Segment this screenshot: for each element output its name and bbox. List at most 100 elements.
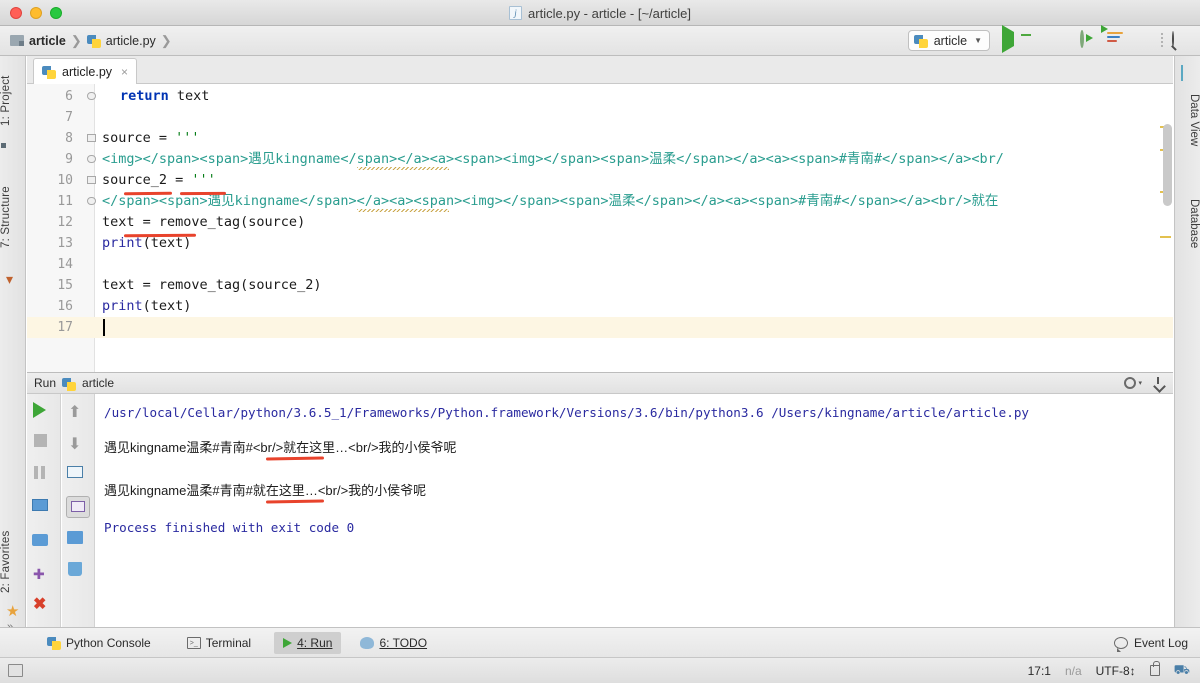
status-bar: 17:1 n/a UTF-8↕ ⛟	[0, 657, 1200, 683]
sidebar-item-data-view[interactable]: Data View	[1174, 84, 1200, 156]
lock-icon[interactable]	[1149, 661, 1160, 676]
folder-icon	[10, 35, 24, 46]
fold-marker[interactable]	[87, 149, 96, 170]
console-output[interactable]: /usr/local/Cellar/python/3.6.5_1/Framewo…	[96, 394, 1173, 627]
encoding-selector[interactable]: UTF-8↕	[1096, 664, 1136, 678]
editor-line[interactable]: 12 text = remove_tag(source)	[27, 212, 1173, 233]
console-line: Process finished with exit code 0	[104, 520, 355, 535]
editor-line[interactable]: 6 return text	[27, 86, 1173, 107]
editor-scrollbar-thumb[interactable]	[1163, 124, 1172, 206]
toolbar-divider	[1161, 32, 1163, 49]
expose-icon[interactable]	[32, 499, 54, 519]
event-log-button-group[interactable]: Event Log	[1113, 635, 1200, 652]
code-text: text = remove_tag(source)	[102, 214, 306, 230]
soft-wrap-icon[interactable]	[67, 466, 89, 486]
fold-marker[interactable]	[87, 128, 96, 149]
annotation-red-underline-line11	[123, 233, 197, 238]
bottom-tool-window-bar: Python Console >_ Terminal 4: Run 6: TOD…	[0, 627, 1200, 657]
code-text: return text	[120, 88, 210, 104]
window-icon[interactable]	[8, 664, 23, 677]
tab-article-py[interactable]: article.py ×	[33, 58, 138, 84]
event-log-label: Event Log	[1133, 635, 1188, 650]
run-panel: ✚ ✖ ⬆ ⬇ /usr/local/Cellar/python/3.6.5_1…	[27, 394, 1173, 627]
structure-icon: ▾	[6, 271, 14, 287]
run-configuration-selector[interactable]: article ▼	[907, 30, 990, 51]
run-panel-header: Run article ▾	[27, 372, 1173, 394]
python-console-icon	[47, 635, 61, 650]
run-icon	[283, 637, 293, 648]
editor-line[interactable]: 10 source_2 = '''	[27, 170, 1173, 191]
python-file-icon: j	[509, 6, 523, 20]
editor-line[interactable]: 16 print(text)	[27, 296, 1173, 317]
editor-line[interactable]: 17	[27, 317, 1173, 338]
sidebar-item-project[interactable]: 1: Project	[0, 62, 26, 140]
sidebar-item-favorites[interactable]: 2: Favorites	[0, 516, 26, 608]
chevron-right-icon: ❯	[70, 32, 82, 48]
pin-icon[interactable]: ✚	[33, 566, 55, 586]
sidebar-item-structure[interactable]: 7: Structure	[0, 171, 26, 263]
up-icon[interactable]: ⬆	[68, 402, 90, 422]
fold-marker[interactable]	[87, 170, 96, 191]
tab-terminal[interactable]: >_ Terminal	[178, 632, 260, 654]
editor-line[interactable]: 15 text = remove_tag(source_2)	[27, 275, 1173, 296]
rerun-icon[interactable]	[33, 402, 55, 422]
gear-icon[interactable]: ▾	[1124, 377, 1142, 389]
sidebar-item-database[interactable]: Database	[1174, 188, 1200, 260]
stop-icon[interactable]	[34, 434, 56, 454]
code-editor[interactable]: 6 return text 7 8 source = ''' 9 <img></span><…	[27, 84, 1173, 372]
title-bar: j article.py - article - [~/article]	[0, 0, 1200, 26]
trash-icon[interactable]	[68, 562, 90, 582]
status-bar-right: 17:1 n/a UTF-8↕ ⛟	[1028, 661, 1200, 680]
export-icon[interactable]	[1152, 377, 1164, 389]
tab-python-console[interactable]: Python Console	[38, 632, 160, 654]
code-text: text = remove_tag(source_2)	[102, 277, 322, 293]
close-icon[interactable]: ×	[121, 65, 128, 79]
line-number: 10	[57, 173, 73, 188]
code-text: <img></span><span>遇见kingname</span></a><…	[102, 151, 1004, 167]
code-text: print(text)	[102, 298, 192, 314]
window-title: article.py - article - [~/article]	[528, 5, 691, 21]
editor-line[interactable]: 9 <img></span><span>遇见kingname</span></a>…	[27, 149, 1173, 170]
attach-icon[interactable]	[1101, 24, 1125, 50]
run-configuration-label: article	[933, 33, 968, 48]
ferry-icon[interactable]: ⛟	[1174, 662, 1190, 680]
print-output-icon[interactable]	[67, 531, 89, 551]
editor-line[interactable]: 7	[27, 107, 1173, 128]
pause-icon[interactable]	[34, 466, 56, 486]
print-icon[interactable]	[32, 534, 54, 554]
stop-icon[interactable]	[1134, 32, 1152, 50]
console-line: 遇见kingname温柔#青南#<br/>就在这里…<br/>我的小侯爷呢	[104, 440, 457, 455]
down-icon[interactable]: ⬇	[68, 434, 90, 454]
annotation-red-underline-output2	[265, 499, 325, 504]
line-number: 8	[65, 131, 73, 146]
line-number: 13	[57, 236, 73, 251]
python-file-icon	[42, 64, 56, 79]
profile-icon[interactable]	[1080, 29, 1098, 50]
search-everywhere-icon[interactable]	[1172, 30, 1190, 50]
scroll-to-end-icon[interactable]	[66, 496, 90, 518]
editor-line[interactable]: 14	[27, 254, 1173, 275]
close-icon[interactable]: ✖	[33, 594, 55, 614]
breadcrumb-item-article[interactable]: article	[10, 34, 66, 48]
tab-todo[interactable]: 6: TODO	[351, 632, 436, 654]
line-number: 17	[57, 320, 73, 335]
coverage-icon[interactable]	[1053, 32, 1071, 50]
console-line: 遇见kingname温柔#青南#就在这里…<br/>我的小侯爷呢	[104, 483, 427, 498]
updown-caret-icon: ↕	[1129, 663, 1136, 678]
editor-line[interactable]: 8 source = '''	[27, 128, 1173, 149]
run-panel-header-actions: ▾	[1124, 377, 1173, 389]
caret-position[interactable]: 17:1	[1028, 664, 1051, 678]
debug-icon[interactable]	[1026, 32, 1044, 50]
chevron-down-icon: ▼	[974, 36, 982, 45]
line-number: 15	[57, 278, 73, 293]
editor-line[interactable]: 13 print(text)	[27, 233, 1173, 254]
fold-marker[interactable]	[87, 86, 96, 107]
breadcrumb-item-article-py[interactable]: article.py	[86, 33, 156, 48]
balloon-icon	[1113, 636, 1128, 652]
fold-marker[interactable]	[87, 191, 96, 212]
line-separator[interactable]: n/a	[1065, 664, 1082, 678]
tab-run[interactable]: 4: Run	[274, 631, 342, 654]
run-icon[interactable]	[999, 24, 1017, 53]
tab-label: article.py	[62, 64, 113, 79]
editor-tab-row: article.py ×	[27, 56, 1173, 84]
